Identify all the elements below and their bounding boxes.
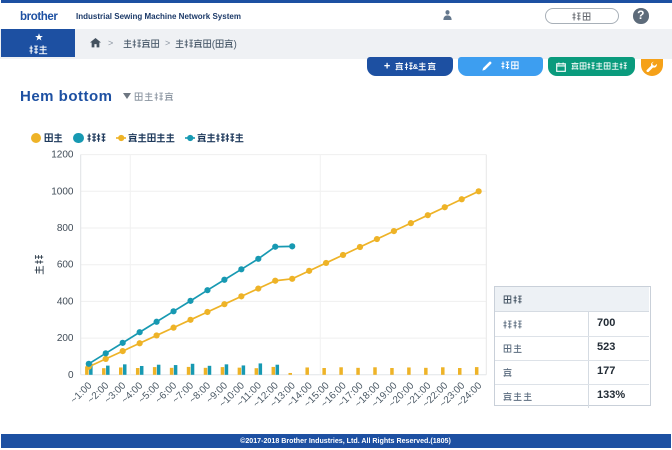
svg-text:800: 800	[57, 223, 74, 234]
svg-text:1000: 1000	[51, 186, 74, 197]
svg-text:1200: 1200	[51, 150, 74, 161]
svg-text:400: 400	[57, 296, 74, 307]
svg-text:200: 200	[57, 333, 74, 344]
svg-text:0: 0	[68, 370, 74, 381]
svg-text:600: 600	[57, 260, 74, 271]
